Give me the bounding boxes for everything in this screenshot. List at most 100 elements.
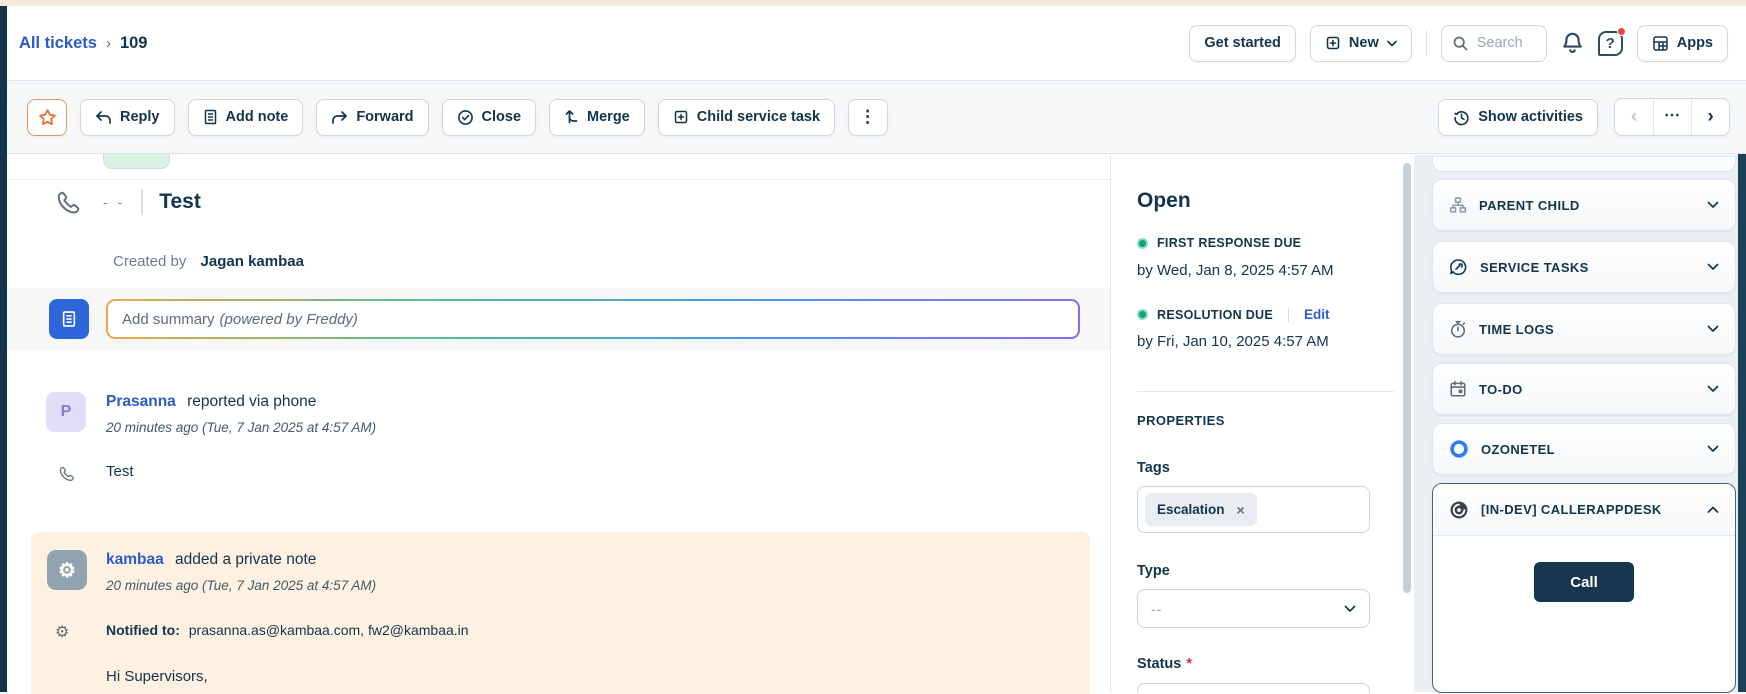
phone-channel-icon <box>55 189 81 215</box>
content-area: - - Test Created by Jagan kambaa Add sum… <box>7 155 1746 692</box>
get-started-button[interactable]: Get started <box>1189 25 1296 62</box>
scrolled-card-remnant <box>1432 157 1736 172</box>
search-input[interactable] <box>1477 35 1539 51</box>
note-icon <box>203 109 218 125</box>
sla-resolution: RESOLUTION DUE Edit <box>1137 307 1330 322</box>
help-notification-dot <box>1617 27 1626 36</box>
org-chart-icon <box>1449 196 1467 214</box>
add-note-button[interactable]: Add note <box>188 99 304 136</box>
toolbar-right: Show activities ‹ ⋯ › <box>1438 98 1730 136</box>
search-icon <box>1452 35 1469 52</box>
summary-strip: Add summary (powered by Freddy) <box>7 288 1110 350</box>
message-body: Test <box>106 463 134 480</box>
call-button[interactable]: Call <box>1534 562 1634 602</box>
chevron-down-icon <box>1707 263 1719 271</box>
tags-input[interactable]: Escalation × <box>1137 486 1370 533</box>
notifications-bell-icon[interactable] <box>1561 31 1584 55</box>
edit-resolution-due-link[interactable]: Edit <box>1304 307 1330 322</box>
chevron-right-icon: › <box>1707 106 1713 128</box>
widget-label: TIME LOGS <box>1479 322 1554 337</box>
ticket-nav-group: ‹ ⋯ › <box>1614 98 1730 136</box>
properties-scrollbar[interactable] <box>1403 163 1411 593</box>
widget-service-tasks[interactable]: SERVICE TASKS <box>1432 241 1736 293</box>
apps-grid-icon <box>1652 35 1669 52</box>
favorite-star-button[interactable] <box>27 99 67 136</box>
forward-icon <box>331 110 348 125</box>
tag-chip: Escalation × <box>1145 493 1257 526</box>
new-button[interactable]: New <box>1310 25 1412 62</box>
created-by-label: Created by <box>113 253 186 270</box>
merge-button[interactable]: Merge <box>549 99 645 136</box>
search-box[interactable] <box>1441 25 1547 62</box>
apps-button[interactable]: Apps <box>1637 25 1728 62</box>
more-vertical-icon: ⋮ <box>859 107 877 127</box>
title-divider <box>141 189 143 215</box>
freddy-summary-icon[interactable] <box>49 299 89 339</box>
widget-ozonetel[interactable]: OZONETEL <box>1432 423 1736 475</box>
show-activities-button[interactable]: Show activities <box>1438 99 1598 136</box>
widget-label: PARENT CHILD <box>1479 198 1580 213</box>
gear-outline-icon: ⚙ <box>55 622 69 642</box>
message-header: Prasanna reported via phone <box>106 393 316 411</box>
chevron-down-icon <box>1387 40 1397 47</box>
next-ticket-button[interactable]: › <box>1691 99 1729 135</box>
notified-to-emails: prasanna.as@kambaa.com, fw2@kambaa.in <box>189 622 469 638</box>
more-actions-button[interactable]: ⋮ <box>848 99 888 136</box>
reply-button[interactable]: Reply <box>80 99 175 136</box>
help-icon[interactable]: ? <box>1598 31 1623 56</box>
summary-input[interactable]: Add summary (powered by Freddy) <box>108 301 1078 337</box>
apps-label: Apps <box>1677 35 1713 51</box>
resolution-due-date: by Fri, Jan 10, 2025 4:57 AM <box>1137 333 1329 350</box>
phone-icon <box>58 465 75 482</box>
type-select[interactable]: -- <box>1137 589 1370 628</box>
forward-button[interactable]: Forward <box>316 99 428 136</box>
new-label: New <box>1349 35 1379 51</box>
widget-parent-child[interactable]: PARENT CHILD <box>1432 179 1736 231</box>
callerappdesk-header[interactable]: [IN-DEV] CALLERAPPDESK <box>1433 484 1735 536</box>
ticket-list-menu-button[interactable]: ⋯ <box>1653 99 1691 135</box>
widget-to-do[interactable]: TO-DO <box>1432 363 1736 415</box>
conversation-panel: - - Test Created by Jagan kambaa Add sum… <box>7 155 1110 692</box>
child-service-task-button[interactable]: Child service task <box>658 99 835 136</box>
get-started-label: Get started <box>1204 35 1281 51</box>
close-button[interactable]: Close <box>442 99 537 136</box>
chevron-up-icon <box>1707 506 1719 514</box>
note-author[interactable]: kambaa <box>106 551 164 568</box>
breadcrumb-all-tickets[interactable]: All tickets <box>19 34 97 53</box>
message-author[interactable]: Prasanna <box>106 393 176 410</box>
tag-value: Escalation <box>1157 502 1225 517</box>
tags-label: Tags <box>1137 460 1170 476</box>
page-scrollbar[interactable] <box>1738 154 1746 692</box>
avatar: P <box>46 392 86 432</box>
scrolled-tab-remnant <box>103 154 170 169</box>
type-label: Type <box>1137 563 1170 579</box>
chevron-down-icon <box>1707 385 1719 393</box>
reply-label: Reply <box>120 109 160 125</box>
created-by-name: Jagan kambaa <box>201 253 304 270</box>
check-circle-icon <box>457 109 474 126</box>
header-divider <box>1426 30 1427 56</box>
merge-label: Merge <box>587 109 630 125</box>
widget-time-logs[interactable]: TIME LOGS <box>1432 303 1736 355</box>
remove-tag-icon[interactable]: × <box>1237 502 1245 518</box>
first-response-due-date: by Wed, Jan 8, 2025 4:57 AM <box>1137 262 1334 279</box>
widget-label: [IN-DEV] CALLERAPPDESK <box>1481 502 1662 517</box>
callerappdesk-body: Call <box>1433 536 1735 692</box>
notified-to-label: Notified to: <box>106 622 180 638</box>
breadcrumb: All tickets › 109 <box>19 34 147 53</box>
forward-label: Forward <box>356 109 413 125</box>
plus-square-icon <box>1325 35 1341 51</box>
edit-divider <box>1288 308 1289 322</box>
status-field-label: Status* <box>1137 656 1192 672</box>
properties-section-title: PROPERTIES <box>1137 413 1225 428</box>
previous-ticket-button[interactable]: ‹ <box>1615 99 1653 135</box>
properties-divider <box>1137 391 1394 392</box>
green-status-dot-icon <box>1137 238 1148 249</box>
widget-callerappdesk: [IN-DEV] CALLERAPPDESK Call <box>1432 483 1736 693</box>
chevron-down-icon <box>1707 201 1719 209</box>
content-divider <box>7 179 1110 180</box>
calendar-icon <box>1449 380 1467 398</box>
stopwatch-icon <box>1449 320 1467 339</box>
summary-placeholder: Add summary <box>122 311 215 328</box>
note-notified-row: Notified to: prasanna.as@kambaa.com, fw2… <box>106 622 469 638</box>
